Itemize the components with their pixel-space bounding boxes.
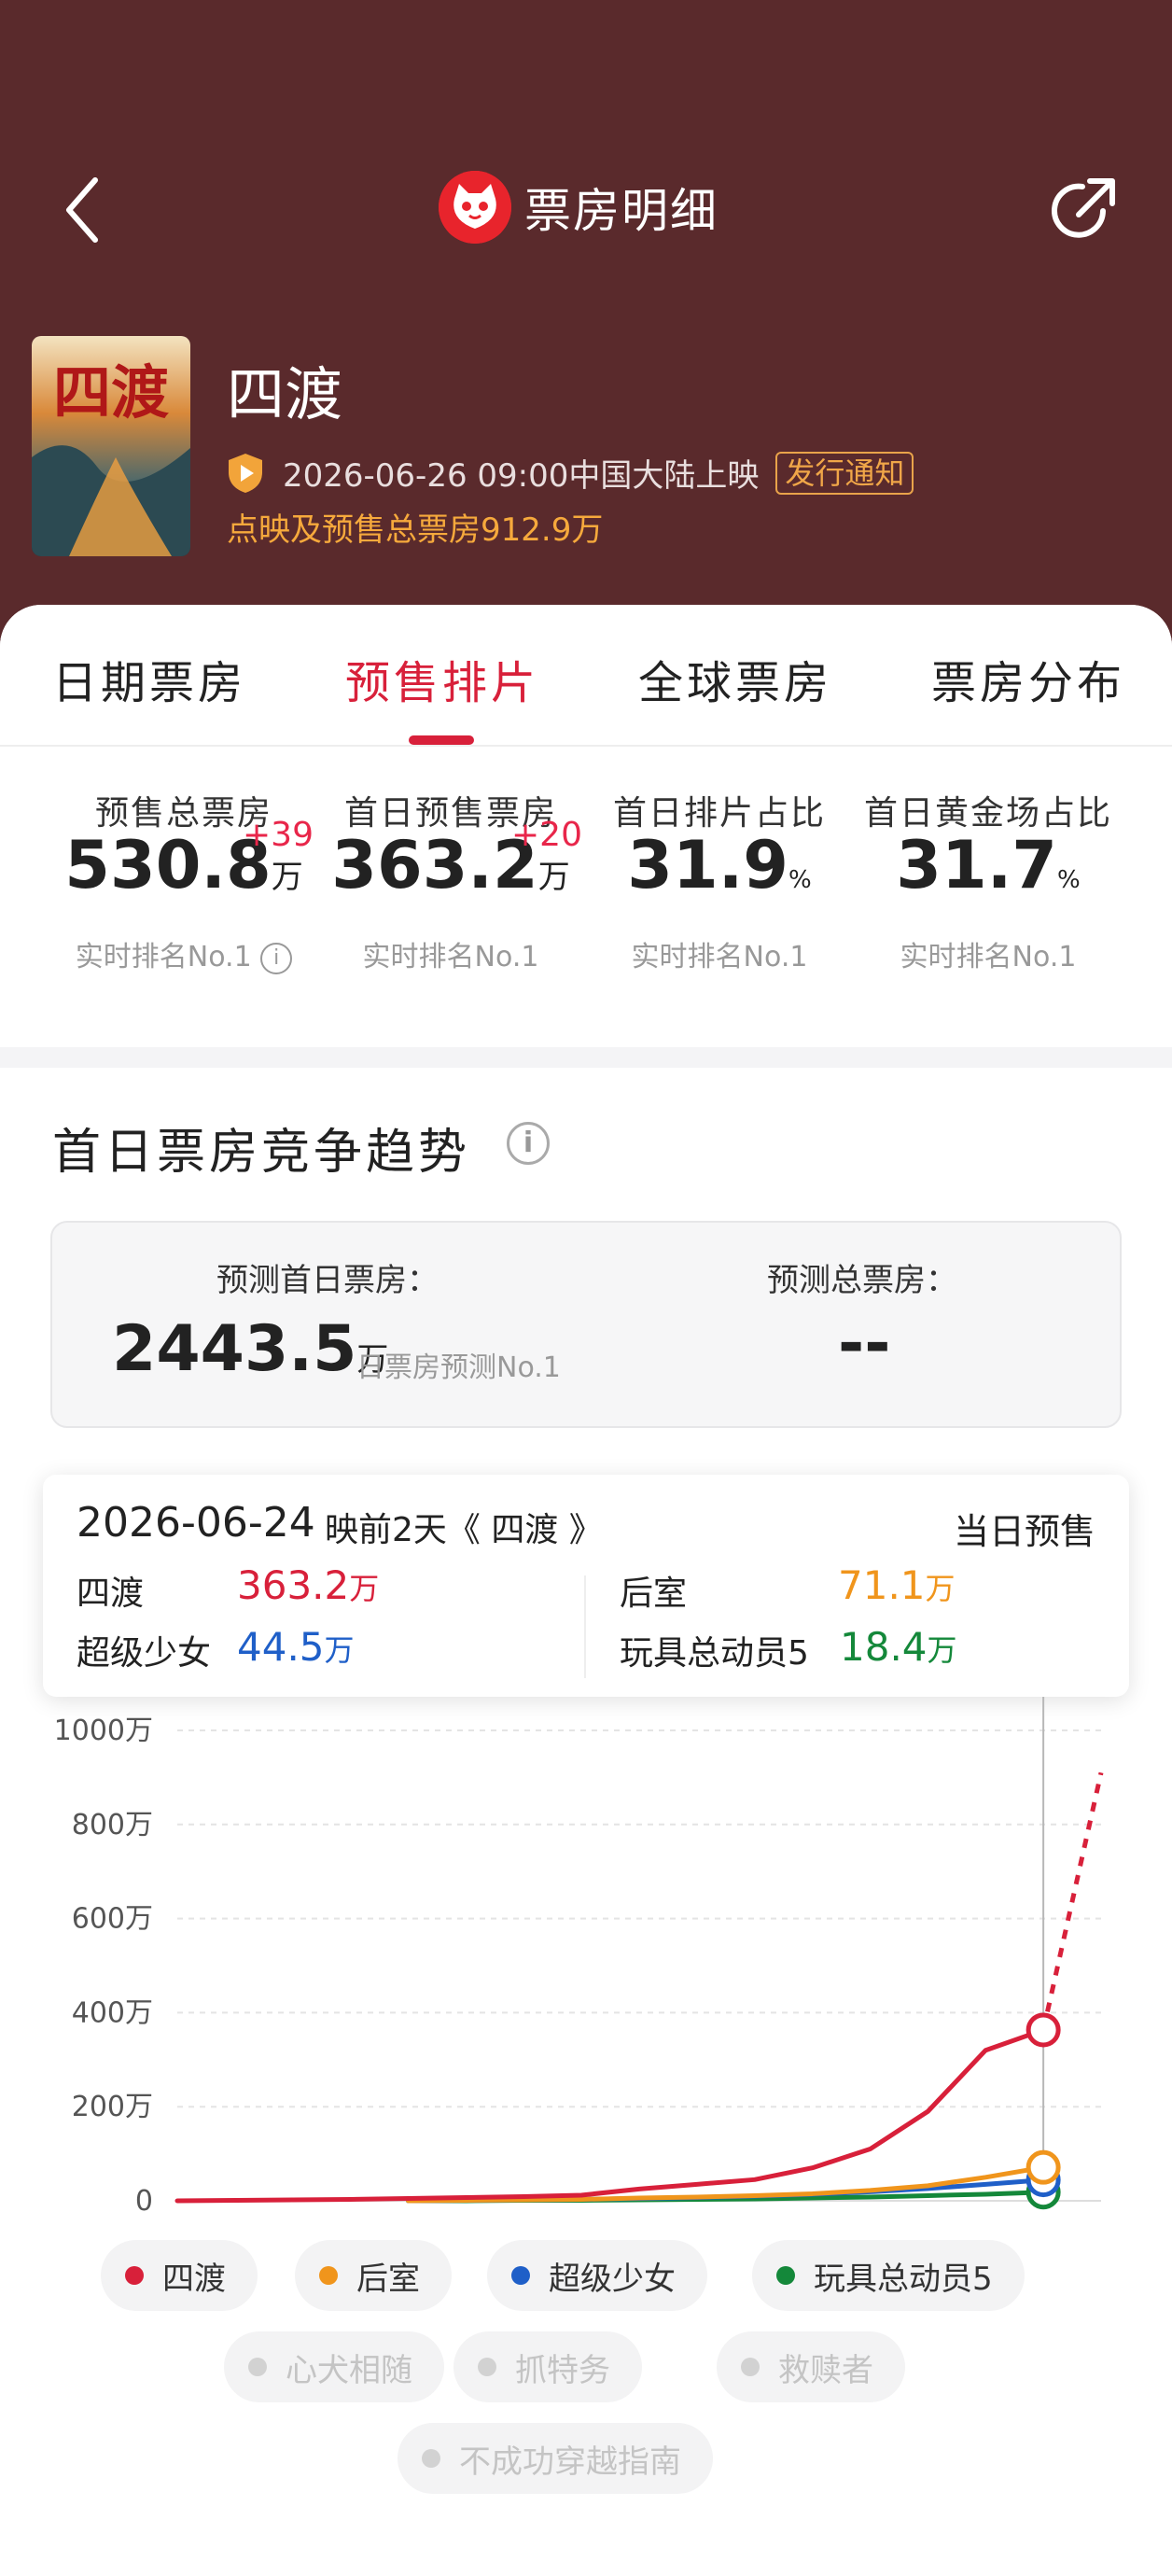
- tooltip-item-value: 71.1万: [838, 1562, 956, 1608]
- y-tick-label: 0: [135, 2185, 153, 2218]
- legend-item[interactable]: 四渡: [101, 2240, 258, 2311]
- legend-dot-icon: [478, 2358, 496, 2376]
- stat-value: 31.7%: [896, 827, 1081, 903]
- legend-item[interactable]: 心犬相随: [224, 2331, 444, 2402]
- legend-label: 后室: [356, 2260, 420, 2298]
- chevron-left-icon: [66, 177, 98, 243]
- stat-delta: +20: [511, 816, 582, 854]
- y-tick-label: 800万: [72, 1809, 153, 1841]
- movie-name: 四渡: [227, 360, 343, 428]
- share-icon: [1052, 178, 1115, 238]
- stat-rank: 实时排名No.1: [900, 941, 1077, 973]
- title-bar: 票房明细: [439, 168, 719, 246]
- y-tick-label: 1000万: [54, 1715, 153, 1747]
- release-date: 2026-06-26 09:00中国大陆上映: [283, 457, 760, 495]
- stat-rank: 实时排名No.1: [631, 941, 808, 973]
- legend-dot-icon: [319, 2266, 338, 2285]
- series-line: [174, 2027, 1046, 2204]
- section-title: 首日票房竞争趋势: [52, 1125, 471, 1181]
- tooltip-subtitle: 映前2天《 四渡 》: [325, 1511, 603, 1549]
- tab-bar: 日期票房 预售排片 全球票房 票房分布: [0, 605, 1172, 747]
- tooltip-divider: [584, 1575, 586, 1678]
- forecast-first-day-rank: 日票房预测No.1: [356, 1351, 561, 1384]
- forecast-box: 预测首日票房： 2443.5万 日票房预测No.1 预测总票房： --: [50, 1221, 1122, 1428]
- release-notice-button[interactable]: 发行通知: [775, 451, 914, 495]
- legend-dot-icon: [776, 2266, 795, 2285]
- series-point: [1026, 2012, 1061, 2048]
- back-button[interactable]: [56, 173, 112, 247]
- tooltip-item-name: 超级少女: [77, 1634, 212, 1673]
- trend-chart[interactable]: 1000万800万600万400万200万006/0506/0906/1306/…: [0, 1697, 1172, 2219]
- legend-label: 心犬相随: [286, 2351, 412, 2389]
- legend-item[interactable]: 玩具总动员5: [752, 2240, 1025, 2311]
- legend-item[interactable]: 抓特务: [453, 2331, 642, 2402]
- info-icon[interactable]: i: [507, 1122, 550, 1165]
- tab-global-box-office[interactable]: 全球票房: [638, 646, 832, 711]
- y-tick-label: 400万: [72, 1996, 153, 2029]
- release-row: 2026-06-26 09:00中国大陆上映 发行通知: [227, 450, 914, 496]
- legend-label: 不成功穿越指南: [459, 2443, 681, 2481]
- page-title: 票房明细: [524, 184, 719, 238]
- tooltip-item-name: 四渡: [77, 1575, 145, 1613]
- legend-item[interactable]: 超级少女: [487, 2240, 707, 2311]
- stats-panel: 预售总票房 530.8万 +39 实时排名No.1 i 首日预售票房 363.2…: [0, 747, 1172, 1047]
- tooltip-date: 2026-06-24: [77, 1499, 315, 1547]
- poster-title: 四渡: [53, 358, 169, 427]
- presale-total-text: 点映及预售总票房912.9万: [227, 511, 604, 549]
- share-button[interactable]: [1045, 170, 1123, 248]
- series-forecast-line: [1040, 1771, 1104, 2031]
- tooltip-item-name: 后室: [620, 1575, 688, 1613]
- stat-value: 31.9%: [627, 827, 812, 903]
- y-tick-label: 200万: [72, 2091, 153, 2123]
- legend-dot-icon: [125, 2266, 144, 2285]
- legend-label: 四渡: [162, 2260, 226, 2298]
- chart-tooltip: 2026-06-24 映前2天《 四渡 》 当日预售 四渡 363.2万 后室 …: [43, 1475, 1129, 1697]
- tooltip-item-value: 18.4万: [840, 1624, 957, 1670]
- legend-dot-icon: [248, 2358, 267, 2376]
- forecast-total-value: --: [838, 1307, 891, 1380]
- tooltip-item-value: 363.2万: [237, 1562, 380, 1608]
- stat-delta: +39: [243, 816, 314, 854]
- series-point: [1026, 2149, 1061, 2185]
- legend-label: 玩具总动员5: [814, 2260, 993, 2298]
- forecast-first-day-label: 预测首日票房：: [216, 1262, 439, 1299]
- header: 票房明细 四渡 四渡 2026-06-26 09:00中国大陆上映 发行通知 点…: [0, 0, 1172, 653]
- verified-shield-icon: [229, 453, 262, 493]
- content-card: 日期票房 预售排片 全球票房 票房分布 预售总票房 530.8万 +39 实时排…: [0, 605, 1172, 2576]
- info-icon[interactable]: i: [260, 942, 293, 974]
- legend-label: 救赎者: [778, 2351, 873, 2389]
- legend-dot-icon: [511, 2266, 530, 2285]
- maoyan-logo-icon: [439, 171, 511, 244]
- tab-presale-schedule[interactable]: 预售排片: [345, 646, 539, 711]
- tooltip-item-name: 玩具总动员5: [620, 1634, 809, 1673]
- trend-section: 首日票房竞争趋势 i 预测首日票房： 2443.5万 日票房预测No.1 预测总…: [0, 1068, 1172, 2576]
- legend-item[interactable]: 后室: [295, 2240, 452, 2311]
- tab-box-office-distribution[interactable]: 票房分布: [931, 646, 1125, 711]
- tooltip-item-value: 44.5万: [237, 1624, 355, 1670]
- forecast-first-day-value: 2443.5万: [112, 1312, 389, 1386]
- movie-poster[interactable]: 四渡: [32, 336, 190, 556]
- legend-item[interactable]: 救赎者: [717, 2331, 905, 2402]
- y-tick-label: 600万: [72, 1903, 153, 1936]
- legend-label: 抓特务: [515, 2351, 610, 2389]
- forecast-total-label: 预测总票房：: [767, 1262, 957, 1299]
- tooltip-metric: 当日预售: [953, 1511, 1095, 1552]
- legend-label: 超级少女: [549, 2260, 676, 2298]
- stat-rank: 实时排名No.1 i: [49, 933, 319, 974]
- active-tab-indicator: [409, 735, 474, 745]
- legend-dot-icon: [422, 2449, 440, 2468]
- legend-dot-icon: [741, 2358, 760, 2376]
- legend-item[interactable]: 不成功穿越指南: [398, 2423, 713, 2494]
- tab-daily-box-office[interactable]: 日期票房: [52, 646, 246, 711]
- stat-rank: 实时排名No.1: [362, 941, 539, 973]
